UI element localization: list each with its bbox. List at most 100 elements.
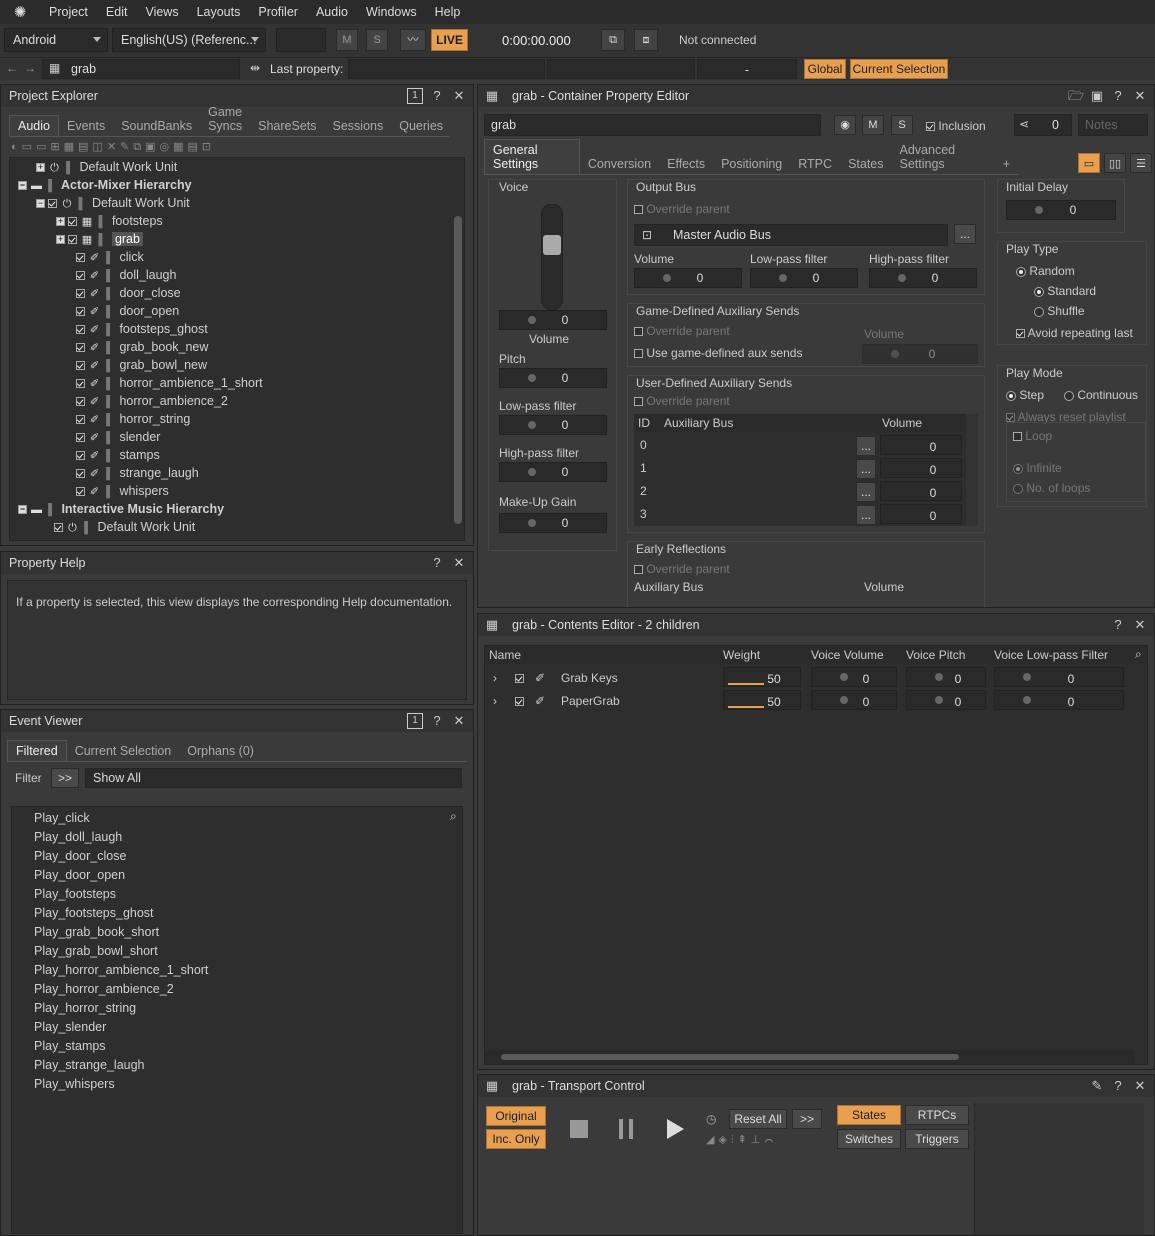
aux-browse-button[interactable]: ... [856,436,876,456]
use-game-aux-checkbox[interactable]: Use game-defined aux sends [634,346,802,360]
voice-lpf-slider[interactable]: 0 [994,690,1124,710]
game-aux-volume-slider[interactable]: 0 [862,344,978,364]
original-button[interactable]: Original [486,1106,546,1126]
tab-queries[interactable]: Queries [391,116,451,136]
event-item[interactable]: Play_slender [34,1018,106,1036]
close-icon[interactable]: ✕ [1132,617,1148,633]
language-select[interactable]: English(US) (Referenc... [112,28,266,52]
tree-item-door-open[interactable]: ✐ ▌ door_open [76,302,179,320]
remote-icon[interactable]: ⧈ [634,29,658,51]
output-hpf-slider[interactable]: 0 [869,268,977,288]
close-icon[interactable]: ✕ [1132,1078,1148,1094]
user-aux-override-checkbox[interactable]: Override parent [634,394,730,408]
loop-checkbox[interactable]: Loop [1013,429,1052,443]
output-bus-field[interactable]: Master Audio Bus [634,224,948,246]
triggers-button[interactable]: Triggers [905,1129,969,1149]
event-item[interactable]: Play_grab_book_short [34,923,159,941]
tree-item-actor-mixer-hierarchy[interactable]: − ▬ ▌ Actor-Mixer Hierarchy [18,176,192,194]
event-item[interactable]: Play_click [34,809,90,827]
instance-count-icon[interactable]: 1 [407,713,423,729]
contents-row[interactable]: › ✐ Grab Keys 50 0 0 0 [485,667,1125,689]
output-override-checkbox[interactable]: Override parent [634,202,730,216]
tab-filtered[interactable]: Filtered [7,740,67,761]
lpf-slider[interactable]: 0 [499,415,607,435]
rtpcs-button[interactable]: RTPCs [905,1105,969,1125]
step-radio[interactable]: Step [1006,388,1044,402]
voice-volume-slider[interactable]: 0 [811,690,897,710]
output-volume-slider[interactable]: 0 [634,268,742,288]
blank-field[interactable] [276,28,326,52]
help-icon[interactable]: ? [1110,1078,1126,1094]
folder-open-icon[interactable]: 🗁 [1068,88,1084,104]
aux-browse-button[interactable]: ... [856,505,876,525]
voice-volume-slider[interactable]: 0 [811,667,897,687]
platform-select[interactable]: Android [4,28,108,52]
event-item[interactable]: Play_whispers [34,1075,115,1093]
switches-button[interactable]: Switches [837,1129,901,1149]
output-lpf-slider[interactable]: 0 [750,268,858,288]
tree-item-stamps[interactable]: ✐ ▌ stamps [76,446,160,464]
menu-edit[interactable]: Edit [97,5,137,19]
transport-mini-icons[interactable]: ◢◈⫶⇞⊥⌒ [706,1133,777,1147]
tree-item-click[interactable]: ✐ ▌ click [76,248,144,266]
forward-icon[interactable]: → [24,61,36,75]
user-aux-scrollbar[interactable] [966,414,978,526]
weight-slider[interactable]: 50 [723,690,801,710]
tree-item-horror-ambience-1-short[interactable]: ✐ ▌ horror_ambience_1_short [76,374,263,392]
color-palette-icon[interactable]: ◉ [834,115,856,135]
tree-item-doll-laugh[interactable]: ✐ ▌ doll_laugh [76,266,176,284]
layout-split-icon[interactable]: ▯▯ [1104,153,1126,173]
instance-count-icon[interactable]: 1 [407,88,423,104]
inclusion-checkbox[interactable]: Inclusion [926,119,986,133]
wwise-logo-icon[interactable]: ✺ [0,0,40,24]
menu-layouts[interactable]: Layouts [188,5,250,19]
user-aux-row[interactable]: 3... 0 [634,504,964,525]
help-icon[interactable]: ? [1110,617,1126,633]
event-item[interactable]: Play_door_close [34,847,126,865]
search-icon[interactable]: ⌕ [450,809,457,824]
tab-general-settings[interactable]: General Settings [484,139,580,174]
transport-more-button[interactable]: >> [792,1109,822,1129]
tree-item-footsteps-ghost[interactable]: ✐ ▌ footsteps_ghost [76,320,208,338]
volume-fader[interactable] [541,204,563,310]
property-field-2[interactable] [547,59,695,79]
menu-help[interactable]: Help [426,5,470,19]
close-icon[interactable]: ✕ [451,555,467,571]
voice-pitch-slider[interactable]: 0 [906,690,986,710]
tree-item-default-work-unit[interactable]: + ⏻ ▌ Default Work Unit [36,158,177,176]
solo-button[interactable]: S [891,115,913,135]
tab-sharesets[interactable]: ShareSets [250,116,324,136]
continuous-radio[interactable]: Continuous [1064,388,1138,402]
event-item[interactable]: Play_horror_string [34,999,136,1017]
event-item[interactable]: Play_door_open [34,866,125,884]
menu-profiler[interactable]: Profiler [249,5,307,19]
help-icon[interactable]: ? [429,555,445,571]
solo-button[interactable]: S [366,29,388,51]
pin-icon[interactable]: ✎ [1089,1078,1105,1094]
tab-game-syncs[interactable]: Game Syncs [200,102,250,136]
layout-single-icon[interactable]: ▭ [1078,153,1100,173]
global-button[interactable]: Global [804,59,846,79]
initial-delay-slider[interactable]: 0 [1006,200,1116,220]
close-icon[interactable]: ✕ [451,713,467,729]
layout-stack-icon[interactable]: ☰ [1130,153,1152,173]
close-icon[interactable]: ✕ [451,88,467,104]
mute-button[interactable]: M [862,115,884,135]
makeup-gain-slider[interactable]: 0 [499,513,607,533]
object-name-field[interactable]: grab [484,114,821,136]
hpf-slider[interactable]: 0 [499,462,607,482]
fader-knob[interactable] [543,235,561,255]
avoid-repeating-checkbox[interactable]: Avoid repeating last [1016,326,1133,340]
tree-item-horror-string[interactable]: ✐ ▌ horror_string [76,410,190,428]
user-aux-row[interactable]: 1... 0 [634,458,964,479]
tab-states[interactable]: States [840,154,891,174]
aux-volume-slider[interactable]: 0 [880,458,962,478]
tree-item-grab-book-new[interactable]: ✐ ▌ grab_book_new [76,338,208,356]
event-item[interactable]: Play_grab_bowl_short [34,942,158,960]
game-aux-override-checkbox[interactable]: Override parent [634,324,730,338]
early-override-checkbox[interactable]: Override parent [634,562,730,576]
random-radio[interactable]: Random [1016,264,1075,278]
property-value[interactable]: - [697,59,797,79]
tab-effects[interactable]: Effects [659,154,713,174]
notes-field[interactable]: Notes [1078,114,1148,136]
